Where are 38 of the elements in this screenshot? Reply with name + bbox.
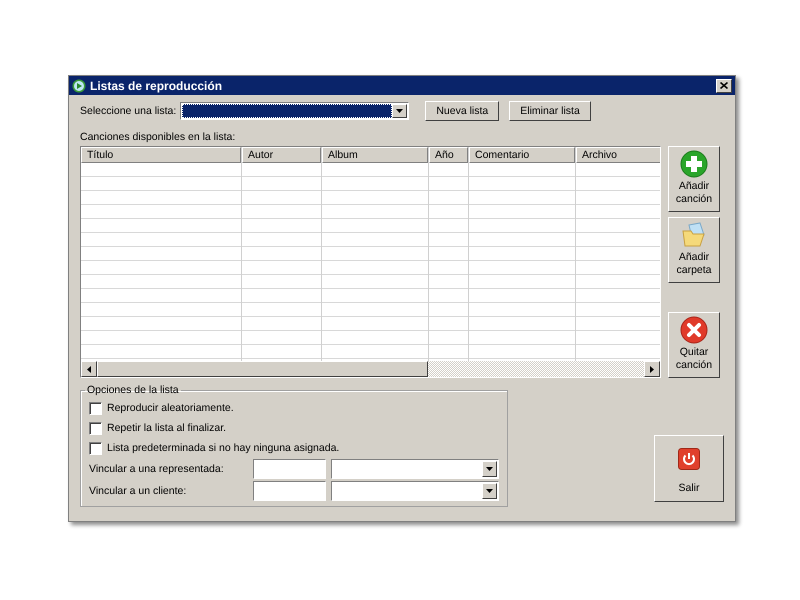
caret-icon: [396, 109, 404, 113]
playlist-dropdown[interactable]: [180, 102, 410, 120]
column-header[interactable]: Año: [429, 147, 468, 163]
checkbox-option[interactable]: Reproducir aleatoriamente.: [89, 398, 499, 418]
section-label: Canciones disponibles en la lista:: [80, 131, 236, 143]
group-title: Opciones de la lista: [86, 384, 180, 396]
right-arrow-icon: [650, 366, 654, 372]
horizontal-scrollbar[interactable]: [81, 361, 660, 377]
select-label: Seleccione una lista:: [80, 105, 176, 117]
action-button[interactable]: Quitar canción: [668, 312, 720, 378]
exit-button[interactable]: Salir: [654, 435, 724, 502]
column-header[interactable]: Autor: [242, 147, 321, 163]
column-header[interactable]: Comentario: [469, 147, 575, 163]
window-title: Listas de reproducción: [90, 78, 224, 92]
dropdown[interactable]: [331, 481, 499, 501]
code-field[interactable]: [253, 459, 326, 479]
caret-icon: [486, 467, 493, 471]
action-button[interactable]: Añadir carpeta: [668, 217, 720, 283]
column-header[interactable]: Título: [81, 147, 241, 163]
column-header[interactable]: Album: [322, 147, 428, 163]
list-button[interactable]: Eliminar lista: [509, 101, 591, 121]
close-button[interactable]: [716, 78, 732, 92]
column-header[interactable]: Archivo: [576, 147, 660, 163]
field-label: Vincular a una representada:: [89, 463, 225, 475]
list-button[interactable]: Nueva lista: [425, 101, 500, 121]
left-arrow-icon: [87, 366, 91, 372]
checkbox-option[interactable]: Lista predeterminada si no hay ninguna asignada.: [89, 438, 499, 458]
action-button[interactable]: Añadir canción: [668, 146, 720, 212]
code-field[interactable]: [253, 481, 326, 501]
caret-icon: [486, 489, 493, 493]
power-icon: [678, 448, 700, 470]
play-icon: [72, 78, 86, 92]
field-label: Vincular a un cliente:: [89, 485, 188, 497]
close-icon: [720, 82, 728, 89]
dropdown[interactable]: [331, 459, 499, 479]
checkbox-option[interactable]: Repetir la lista al finalizar.: [89, 418, 499, 438]
plus-icon: [680, 150, 708, 178]
close-circle-icon: [680, 316, 708, 344]
